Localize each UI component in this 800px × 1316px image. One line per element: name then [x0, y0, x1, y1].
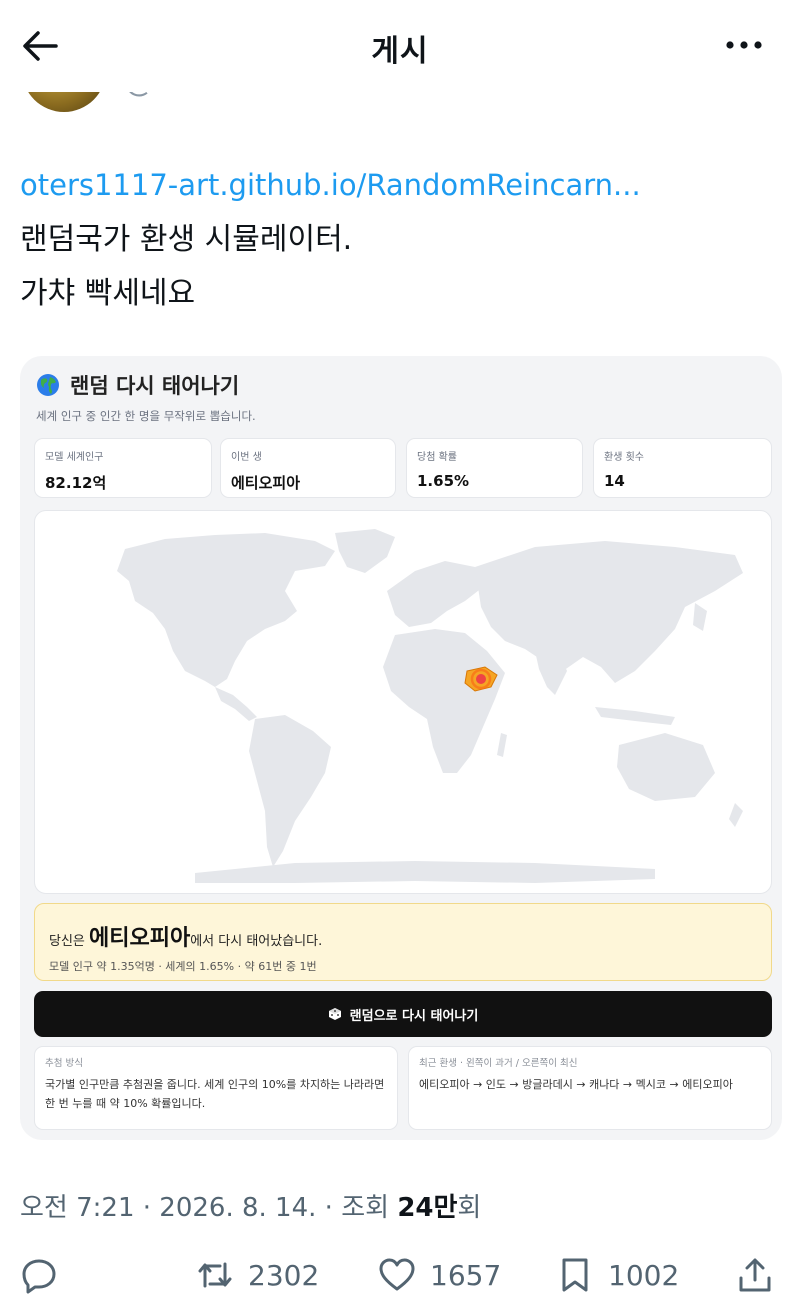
reroll-button[interactable]: 랜덤으로 다시 태어나기: [34, 991, 772, 1037]
app-subtitle: 세계 인구 중 인간 한 명을 무작위로 뽑습니다.: [36, 409, 256, 423]
stat-card-this-life: 이번 생 에티오피아: [220, 438, 396, 498]
result-detail: 모델 인구 약 1.35억명 · 세계의 1.65% · 약 61번 중 1번: [49, 960, 317, 973]
stat-value: 14: [604, 472, 625, 490]
result-banner: 당신은 에티오피아에서 다시 태어났습니다. 모델 인구 약 1.35억명 · …: [34, 903, 772, 981]
top-bar: 게시: [0, 0, 800, 92]
world-map-svg: [117, 529, 743, 883]
share-button[interactable]: [736, 1256, 774, 1294]
land-central-america: [215, 687, 257, 721]
stat-card-population: 모델 세계인구 82.12억: [34, 438, 212, 498]
repost-button[interactable]: 2302: [196, 1256, 319, 1294]
stat-card-count: 환생 횟수 14: [593, 438, 772, 498]
land-europe: [387, 561, 483, 627]
stat-value: 82.12억: [45, 474, 107, 492]
reroll-button-label: 랜덤으로 다시 태어나기: [349, 1008, 479, 1024]
result-line: 당신은 에티오피아에서 다시 태어났습니다.: [49, 920, 757, 952]
bookmark-icon: [562, 1258, 588, 1292]
land-africa: [383, 629, 505, 773]
stat-value: 에티오피아: [231, 474, 301, 492]
reply-button[interactable]: [20, 1256, 58, 1294]
land-greenland: [335, 529, 395, 573]
post-meta: 오전 7:21 · 2026. 8. 14. · 조회 24만회: [20, 1187, 481, 1224]
stat-label: 이번 생: [231, 452, 262, 463]
land-new-zealand: [729, 803, 743, 827]
method-label: 추첨 방식: [45, 1058, 83, 1069]
method-info-box: 추첨 방식 국가별 인구만큼 추첨권을 줍니다. 세계 인구의 10%를 차지하…: [34, 1046, 398, 1130]
repost-icon: [198, 1262, 232, 1288]
action-bar: 2302 1657 1002: [0, 1252, 800, 1302]
post-timestamp: 오전 7:21 · 2026. 8. 14. · 조회: [20, 1193, 398, 1223]
land-north-america: [117, 533, 335, 687]
stat-label: 환생 횟수: [604, 452, 644, 463]
history-text: 에티오피아 → 인도 → 방글라데시 → 캐나다 → 멕시코 → 에티오피아: [419, 1078, 733, 1091]
stat-label: 모델 세계인구: [45, 452, 104, 463]
land-indonesia: [595, 707, 675, 725]
stat-value: 1.65%: [417, 472, 470, 490]
result-country: 에티오피아: [89, 926, 191, 951]
post-link[interactable]: oters1117-art.github.io/RandomReincarn..…: [20, 168, 641, 202]
land-australia: [617, 733, 715, 801]
reply-icon: [22, 1259, 56, 1294]
stat-label: 당첨 확률: [417, 452, 457, 463]
share-icon: [739, 1258, 771, 1292]
like-button[interactable]: 1657: [378, 1256, 501, 1294]
bookmark-count: 1002: [608, 1258, 680, 1292]
globe-icon: [37, 374, 59, 396]
heart-icon: [379, 1258, 415, 1291]
repost-count: 2302: [248, 1258, 320, 1292]
land-madagascar: [497, 733, 507, 757]
view-count: 24만: [397, 1193, 458, 1223]
result-prefix: 당신은: [49, 934, 90, 949]
method-text: 국가별 인구만큼 추첨권을 줍니다. 세계 인구의 10%를 차지하는 나라라면…: [45, 1078, 385, 1110]
page-title: 게시: [371, 34, 429, 69]
land-japan: [693, 603, 707, 631]
app-title: 랜덤 다시 태어나기: [70, 374, 240, 398]
history-label: 최근 환생 · 왼쪽이 과거 / 오른쪽이 최신: [419, 1058, 578, 1069]
result-suffix: 에서 다시 태어났습니다.: [190, 934, 323, 949]
app-header: 랜덤 다시 태어나기: [36, 370, 239, 400]
bookmark-button[interactable]: 1002: [556, 1256, 679, 1294]
like-count: 1657: [430, 1258, 502, 1292]
attached-image-card[interactable]: 랜덤 다시 태어나기 세계 인구 중 인간 한 명을 무작위로 뽑습니다. 모델…: [20, 356, 782, 1140]
post-text-line: 랜덤국가 환생 시뮬레이터.: [20, 222, 353, 257]
world-map: [34, 510, 772, 894]
view-suffix: 회: [457, 1193, 482, 1223]
history-info-box: 최근 환생 · 왼쪽이 과거 / 오른쪽이 최신 에티오피아 → 인도 → 방글…: [408, 1046, 772, 1130]
post-text-line: 가챠 빡세네요: [20, 276, 196, 311]
land-antarctica: [195, 861, 655, 883]
stat-card-probability: 당첨 확률 1.65%: [406, 438, 583, 498]
more-options-icon[interactable]: [724, 30, 764, 60]
land-south-america: [249, 715, 331, 867]
dice-icon: [328, 1008, 341, 1020]
